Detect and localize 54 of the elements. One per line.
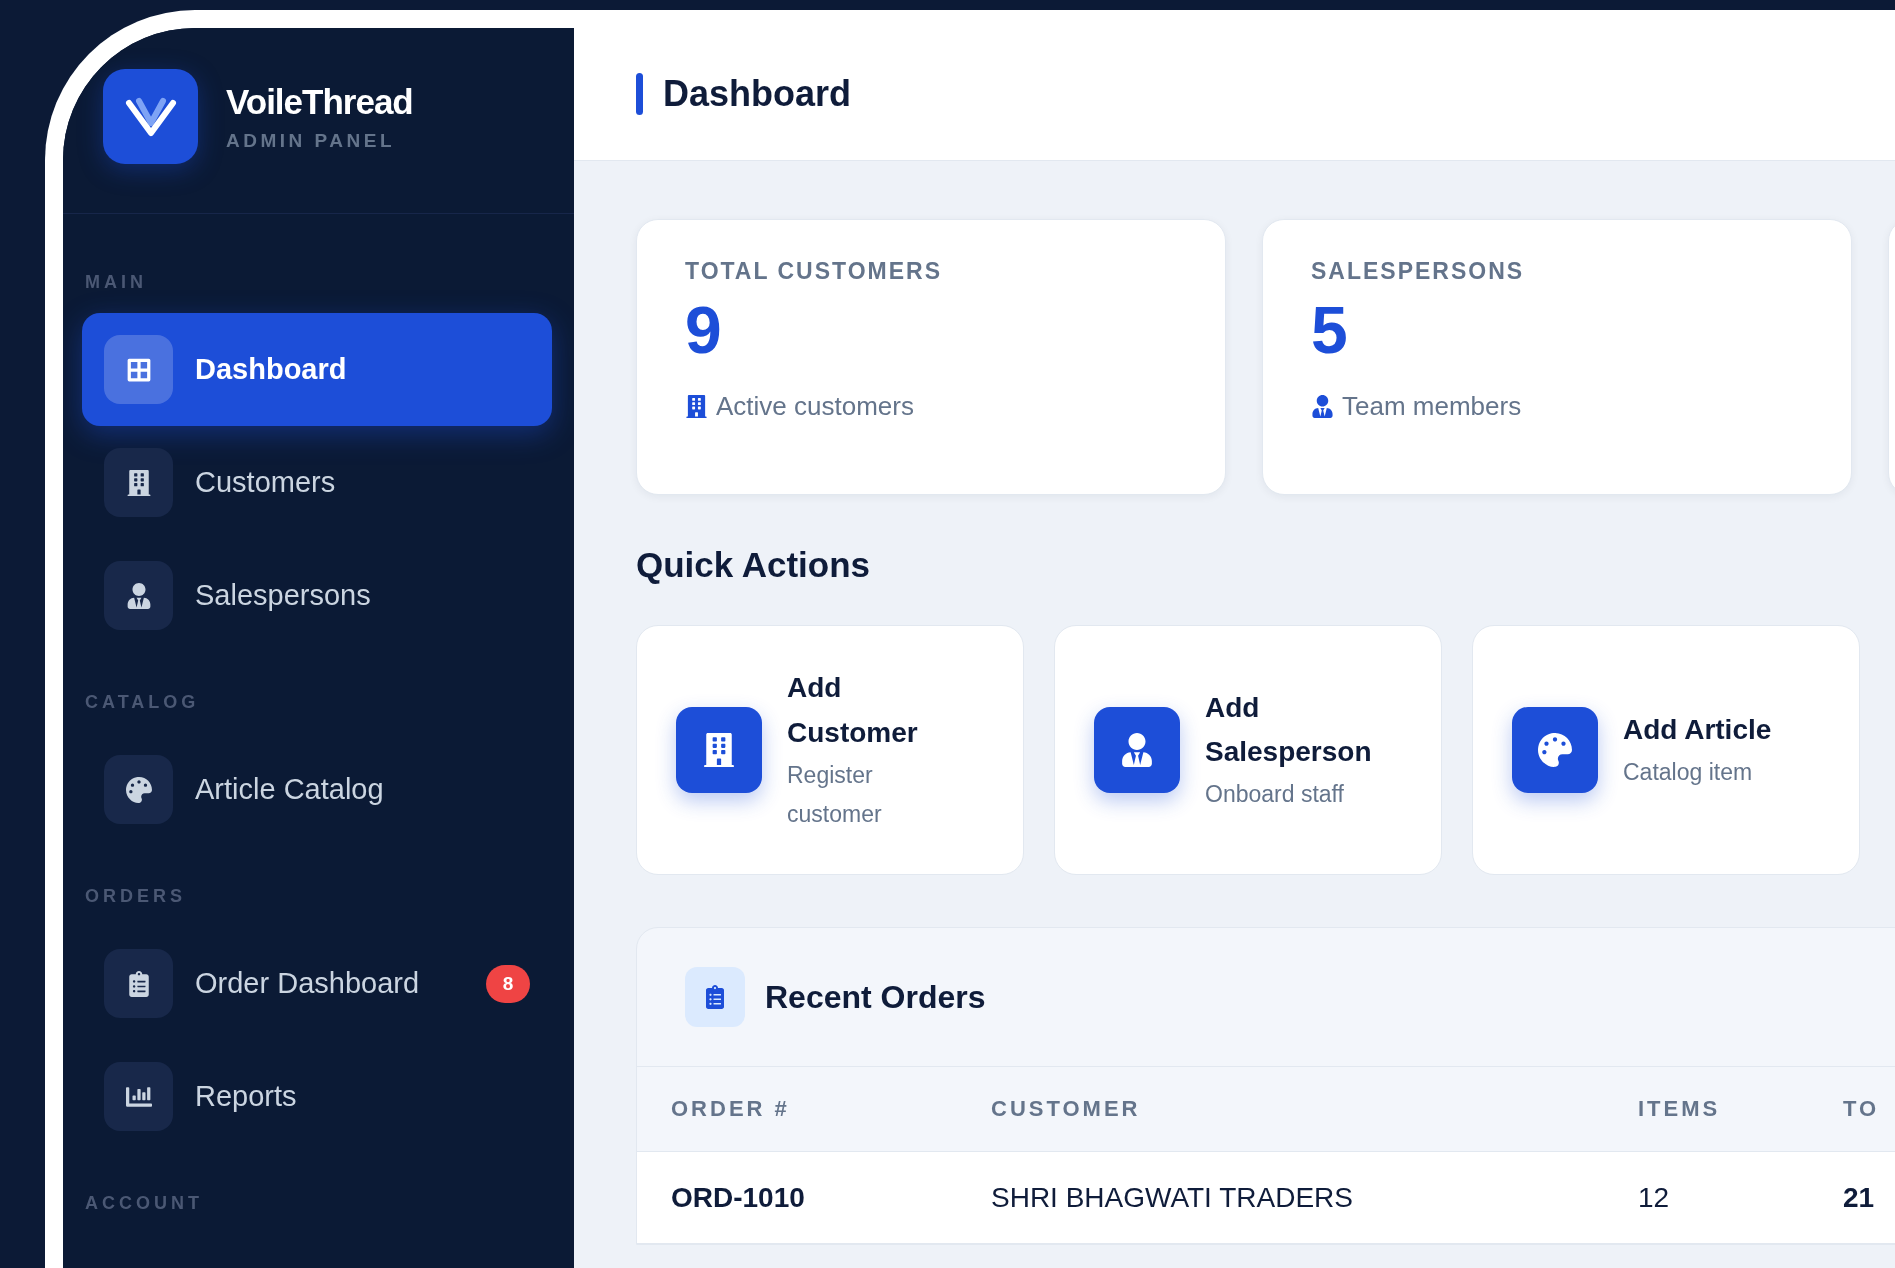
sidebar-item[interactable]: Salespersons [82,539,552,652]
column-header: TO [1843,1096,1881,1122]
action-title: Add Customer [787,671,919,750]
sidebar-item[interactable]: Article Catalog [82,733,552,846]
panel-title: Recent Orders [765,978,986,1016]
building-icon [676,707,762,793]
stat-value: 5 [1311,297,1349,363]
person-icon [104,561,173,630]
brand-name: VoileThread [226,81,413,122]
page-title: Dashboard [663,73,852,115]
clipboard-icon [104,949,173,1018]
stat-note: Team members [1342,391,1522,422]
palette-icon [104,755,173,824]
section-label: MAIN [84,272,148,293]
building-icon [685,395,708,418]
building-icon [104,448,173,517]
brand-subtitle: ADMIN PANEL [226,129,397,152]
table-cell-text: ORD-1010 [671,1181,806,1214]
quick-action-card[interactable]: Add Article Catalog item [1472,625,1860,875]
count-badge: 8 [486,964,530,1003]
sidebar-item[interactable]: Customers [82,426,552,539]
section-title: Quick Actions [636,545,872,585]
person-icon [1094,707,1180,793]
quick-action-card[interactable]: Add Customer Register customer [636,625,1024,875]
sidebar-item[interactable]: Dashboard [82,313,552,426]
section-label: ACCOUNT [84,1193,204,1214]
stat-label: TOTAL CUSTOMERS [685,258,944,285]
stat-note: Active customers [716,391,914,422]
section-label: CATALOG [84,692,201,713]
sidebar-item[interactable]: Order Dashboard 8 [82,927,552,1040]
palette-icon [1512,707,1598,793]
grid-icon [104,335,173,404]
action-title: Add Salesperson [1205,690,1373,770]
bar-chart-icon [104,1062,173,1131]
action-subtitle: Catalog item [1623,757,1754,787]
sidebar-item[interactable]: Reports [82,1040,552,1153]
stat-value: 9 [685,297,723,363]
action-subtitle: Onboard staff [1205,780,1345,810]
accent-bar [636,73,643,115]
clipboard-icon [685,967,745,1027]
table-cell-text: 12 [1638,1181,1671,1214]
action-title: Add Article [1623,713,1772,748]
table-row[interactable]: ORD-1010 SHRI BHAGWATI TRADERS 12 21 [637,1152,1895,1244]
logo-icon [103,69,198,164]
table-cell-text: SHRI BHAGWATI TRADERS [991,1181,1354,1214]
quick-action-card[interactable]: Add Salesperson Onboard staff [1054,625,1442,875]
person-icon [1311,395,1334,418]
column-header: ORDER # [671,1096,791,1122]
column-header: CUSTOMER [991,1096,1142,1122]
action-subtitle: Register customer [787,760,883,829]
column-header: ITEMS [1638,1096,1722,1122]
table-cell-text: 21 [1843,1181,1876,1214]
stat-label: SALESPERSONS [1311,258,1526,285]
section-label: ORDERS [84,886,187,907]
